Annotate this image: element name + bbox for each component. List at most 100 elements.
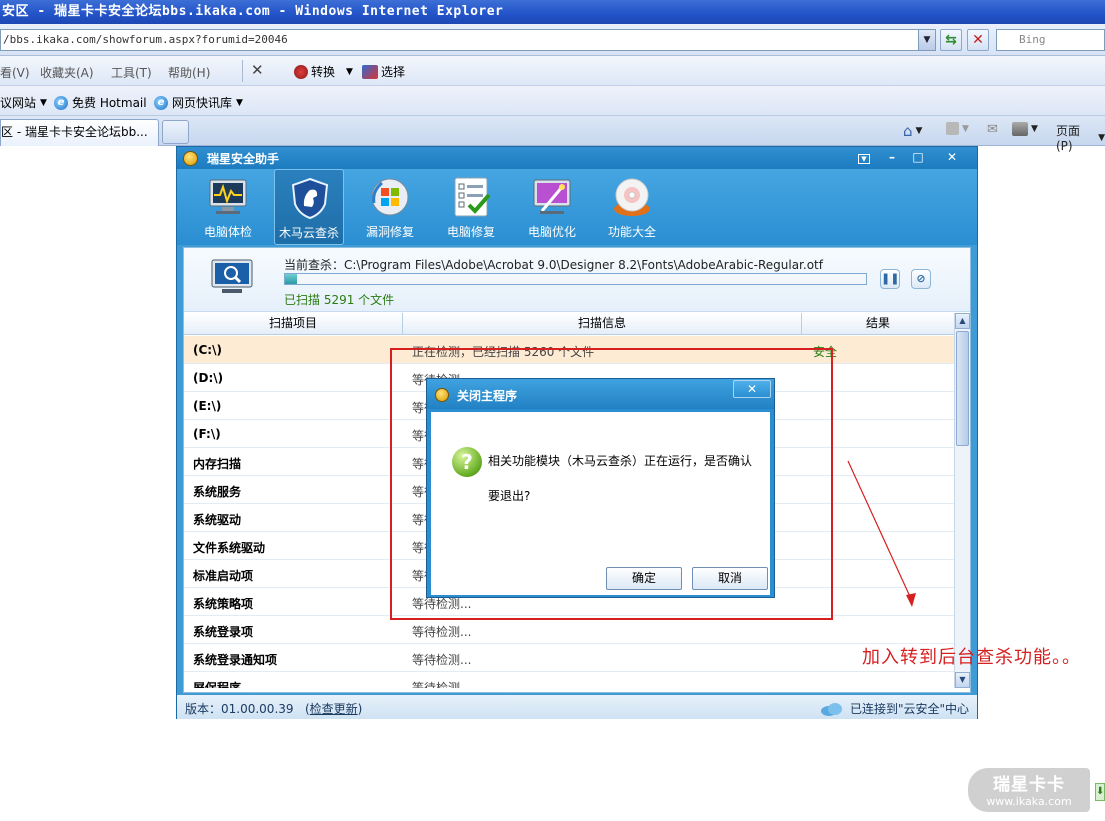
- chevron-down-icon[interactable]: ▼: [346, 67, 353, 77]
- watermark-brand: 瑞星卡卡: [993, 775, 1065, 795]
- favorite-hotmail[interactable]: e 免费 Hotmail: [54, 94, 147, 111]
- address-input[interactable]: /bbs.ikaka.com/showforum.aspx?forumid=20…: [0, 29, 936, 51]
- tool-vulnerability-repair[interactable]: 漏洞修复: [355, 169, 425, 245]
- cancel-button[interactable]: 取消: [692, 567, 768, 590]
- scanned-file-count: 已扫描 5291 个文件: [284, 293, 395, 307]
- minimize-button[interactable]: –: [881, 149, 903, 165]
- favorite-suggested-sites[interactable]: 议网站 ▼: [0, 94, 47, 111]
- scroll-up-button[interactable]: ▲: [955, 313, 970, 329]
- column-header-result[interactable]: 结果: [802, 313, 954, 335]
- favorite-web-slice-gallery[interactable]: e 网页快讯库 ▼: [154, 94, 243, 111]
- version-info: 版本：01.00.00.39 (检查更新): [185, 702, 363, 716]
- scan-item-cell: 文件系统驱动: [193, 541, 266, 555]
- tool-trojan-cloud-scan[interactable]: 木马云查杀: [274, 169, 344, 245]
- table-row[interactable]: 系统登录项 等待检测...: [184, 616, 954, 644]
- select-label: 选择: [381, 65, 406, 79]
- ikaka-watermark: 瑞星卡卡 www.ikaka.com: [968, 768, 1090, 812]
- scan-item-cell: (D:\): [193, 371, 224, 385]
- monitor-checkup-icon: [209, 179, 247, 214]
- cloud-icon: [820, 702, 842, 716]
- maximize-button[interactable]: □: [907, 149, 929, 165]
- address-bar-row: /bbs.ikaka.com/showforum.aspx?forumid=20…: [0, 24, 1105, 56]
- mail-icon: ✉: [987, 122, 998, 137]
- chevron-down-icon: ▼: [1098, 132, 1105, 143]
- close-program-dialog: 关闭主程序 ✕ ? 相关功能模块（木马云查杀）正在运行，是否确认 要退出? 确定…: [426, 378, 775, 598]
- mail-button[interactable]: ✉: [987, 122, 998, 137]
- feeds-button[interactable]: ▼: [946, 122, 969, 135]
- scroll-thumb[interactable]: [956, 331, 969, 446]
- column-header-item[interactable]: 扫描项目: [184, 313, 403, 335]
- chevron-down-icon: ▼: [40, 97, 47, 108]
- home-button[interactable]: ⌂ ▼: [903, 122, 922, 140]
- dialog-message-line1: 相关功能模块（木马云查杀）正在运行，是否确认: [488, 454, 753, 468]
- menu-tools[interactable]: 工具(T): [111, 64, 152, 81]
- scan-info-cell: 等待检测...: [412, 653, 472, 667]
- page-menu-label: 页面(P): [1056, 124, 1081, 153]
- tool-label: 功能大全: [607, 225, 656, 239]
- table-scrollbar[interactable]: ▲ ▼: [954, 313, 970, 688]
- scan-item-cell: 系统登录项: [193, 625, 254, 639]
- version-text: 版本：01.00.00.39: [185, 702, 294, 716]
- chevron-down-icon: ▼: [236, 97, 243, 108]
- select-icon: [362, 64, 378, 79]
- dialog-close-button[interactable]: ✕: [733, 380, 771, 398]
- stop-scan-button[interactable]: ⊘: [911, 269, 931, 289]
- wand-optimize-icon: [533, 179, 571, 214]
- menu-view[interactable]: 看(V): [0, 64, 30, 81]
- dialog-title: 关闭主程序: [457, 389, 518, 403]
- stop-button[interactable]: ✕: [967, 29, 989, 51]
- annotation-text: 加入转到后台查杀功能。。: [862, 647, 1081, 668]
- menu-separator: [242, 60, 243, 82]
- favorite-label: 网页快讯库: [172, 96, 233, 110]
- chevron-down-icon: ▼: [1031, 124, 1038, 134]
- menu-favorites[interactable]: 收藏夹(A): [40, 64, 94, 81]
- scan-status-header: 当前查杀：C:\Program Files\Adobe\Acrobat 9.0\…: [184, 248, 970, 312]
- menu-help[interactable]: 帮助(H): [168, 64, 210, 81]
- favorite-label: 免费 Hotmail: [72, 96, 147, 110]
- scroll-down-button[interactable]: ▼: [955, 672, 970, 688]
- shield-horse-icon: [291, 177, 329, 220]
- app-title: 瑞星安全助手: [207, 152, 280, 166]
- chevron-down-icon: ▼: [962, 123, 969, 134]
- rss-icon: [946, 122, 959, 135]
- table-row[interactable]: 系统登录通知项 等待检测...: [184, 644, 954, 672]
- tool-pc-repair[interactable]: 电脑修复: [436, 169, 506, 245]
- print-button[interactable]: ▼: [1012, 122, 1038, 136]
- tool-label: 电脑优化: [527, 225, 576, 239]
- close-toolbar-icon[interactable]: ✕: [251, 61, 264, 79]
- dialog-message-line2: 要退出?: [488, 489, 531, 503]
- search-input[interactable]: Bing: [996, 29, 1105, 51]
- tool-checkup[interactable]: 电脑体检: [193, 169, 263, 245]
- chevron-down-icon: ▼: [858, 154, 870, 164]
- tab-forum[interactable]: 区 - 瑞星卡卡安全论坛bb...: [0, 119, 159, 146]
- refresh-button[interactable]: ⇆: [940, 29, 962, 51]
- close-button[interactable]: ✕: [941, 149, 963, 165]
- tool-all-functions[interactable]: 功能大全: [597, 169, 667, 245]
- app-toolbar: 电脑体检 木马云查杀 漏洞修复 电脑修复 电脑优化 功能大全: [177, 169, 977, 245]
- current-scan-path: 当前查杀：C:\Program Files\Adobe\Acrobat 9.0\…: [284, 258, 823, 272]
- menu-dropdown-button[interactable]: ▼: [853, 149, 875, 165]
- download-arrow-icon[interactable]: ⬇: [1095, 783, 1105, 801]
- scan-item-cell: 系统策略项: [193, 597, 254, 611]
- convert-button[interactable]: 转换 ▼: [294, 63, 353, 80]
- column-header-info[interactable]: 扫描信息: [403, 313, 802, 335]
- scan-info-cell: 等待检测...: [412, 681, 472, 688]
- checklist-icon: [454, 177, 491, 217]
- scan-item-cell: (C:\): [193, 343, 222, 357]
- confirm-button[interactable]: 确定: [606, 567, 682, 590]
- pause-button[interactable]: ❚❚: [880, 269, 900, 289]
- disc-tools-icon: [614, 178, 650, 216]
- browser-title-bar: 安区 - 瑞星卡卡安全论坛bbs.ikaka.com - Windows Int…: [0, 0, 1105, 24]
- tool-pc-optimize[interactable]: 电脑优化: [517, 169, 587, 245]
- select-button[interactable]: 选择: [362, 63, 405, 80]
- table-row[interactable]: 屏保程序 等待检测...: [184, 672, 954, 688]
- new-tab-button[interactable]: [162, 120, 189, 144]
- ie-page-icon: e: [154, 95, 168, 110]
- convert-icon: [294, 64, 308, 79]
- page-menu[interactable]: 页面(P) ▼: [1056, 122, 1105, 153]
- scan-item-cell: 屏保程序: [193, 681, 242, 688]
- ie-page-icon: e: [54, 95, 68, 110]
- check-update-link[interactable]: 检查更新: [310, 702, 358, 716]
- printer-icon: [1012, 122, 1028, 136]
- address-dropdown-button[interactable]: ▼: [918, 30, 935, 50]
